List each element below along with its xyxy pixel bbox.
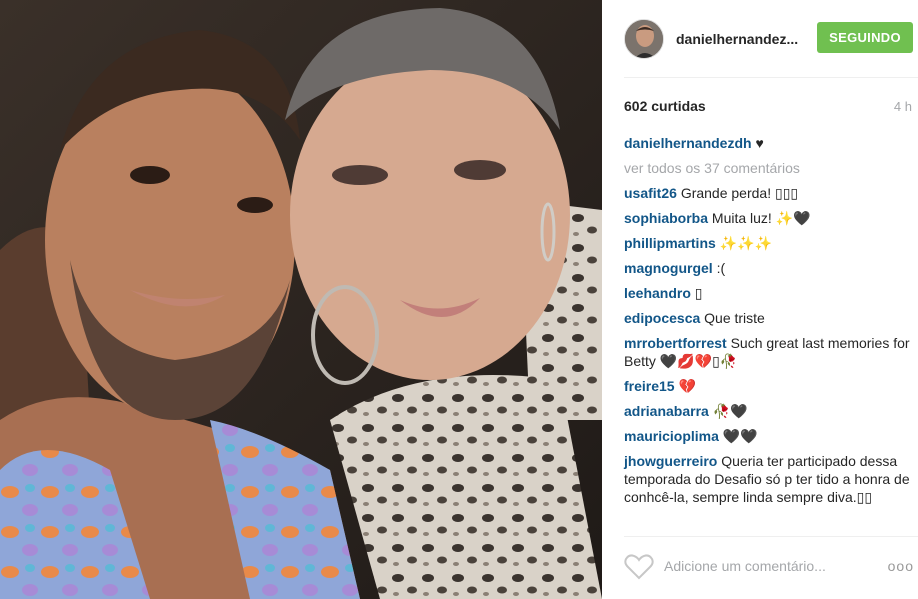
comment-text: ✨✨✨ — [719, 235, 772, 251]
comment-text: ▯ — [694, 285, 703, 301]
comment-bar: Adicione um comentário... ooo — [624, 548, 918, 588]
comment-username[interactable]: mrrobertforrest — [624, 335, 727, 351]
comment-text: 🥀🖤 — [712, 403, 748, 419]
comment-item: sophiaborba Muita luz! ✨🖤 — [624, 209, 914, 227]
selfie-image — [0, 0, 602, 599]
comment-item: adrianabarra 🥀🖤 — [624, 402, 914, 420]
comment-text: Que triste — [704, 310, 765, 326]
header-username[interactable]: danielhernandez... — [676, 31, 804, 47]
caption-text: ♥ — [755, 135, 764, 151]
comment-username[interactable]: freire15 — [624, 378, 675, 394]
comment-username[interactable]: jhowguerreiro — [624, 453, 717, 469]
comment-username[interactable]: leehandro — [624, 285, 691, 301]
ellipsis-icon[interactable]: ooo — [888, 558, 914, 574]
comments-list: danielhernandezdh ♥ ver todos os 37 come… — [624, 134, 914, 513]
post-time[interactable]: 4 h — [894, 99, 912, 114]
comment-item: phillipmartins ✨✨✨ — [624, 234, 914, 252]
comment-username[interactable]: magnogurgel — [624, 260, 713, 276]
comment-username[interactable]: adrianabarra — [624, 403, 709, 419]
comment-username[interactable]: edipocesca — [624, 310, 700, 326]
comment-username[interactable]: mauricioplima — [624, 428, 719, 444]
view-all-comments-link[interactable]: ver todos os 37 comentários — [624, 159, 914, 177]
avatar-image — [625, 19, 663, 58]
caption: danielhernandezdh ♥ — [624, 134, 914, 152]
header-divider — [624, 77, 918, 78]
comment-text: 💔 — [678, 378, 696, 394]
comment-item: freire15 💔 — [624, 377, 914, 395]
comment-text: Grande perda! ▯▯▯ — [680, 185, 799, 201]
comment-item: jhowguerreiro Queria ter participado des… — [624, 452, 914, 506]
avatar[interactable] — [624, 18, 664, 59]
comment-item: magnogurgel :( — [624, 259, 914, 277]
comment-text: 🖤🖤 — [722, 428, 758, 444]
caption-username[interactable]: danielhernandezdh — [624, 135, 752, 151]
comment-username[interactable]: usafit26 — [624, 185, 677, 201]
heart-outline-icon[interactable] — [624, 554, 654, 580]
post-photo[interactable] — [0, 0, 602, 599]
comment-item: usafit26 Grande perda! ▯▯▯ — [624, 184, 914, 202]
comment-item: leehandro ▯ — [624, 284, 914, 302]
comment-item: mrrobertforrest Such great last memories… — [624, 334, 914, 370]
following-button[interactable]: SEGUINDO — [817, 22, 913, 53]
comment-username[interactable]: sophiaborba — [624, 210, 708, 226]
comment-item: edipocesca Que triste — [624, 309, 914, 327]
post-stats: 602 curtidas 4 h — [624, 98, 918, 116]
comment-text: Muita luz! ✨🖤 — [711, 210, 811, 226]
comment-username[interactable]: phillipmartins — [624, 235, 716, 251]
post-modal: danielhernandez... SEGUINDO 602 curtidas… — [0, 0, 918, 599]
likes-count[interactable]: 602 curtidas — [624, 98, 706, 114]
footer-divider — [624, 536, 918, 537]
add-comment-input[interactable]: Adicione um comentário... — [664, 558, 826, 574]
comment-text: :( — [716, 260, 726, 276]
post-sidebar: danielhernandez... SEGUINDO 602 curtidas… — [602, 0, 918, 599]
comment-item: mauricioplima 🖤🖤 — [624, 427, 914, 445]
